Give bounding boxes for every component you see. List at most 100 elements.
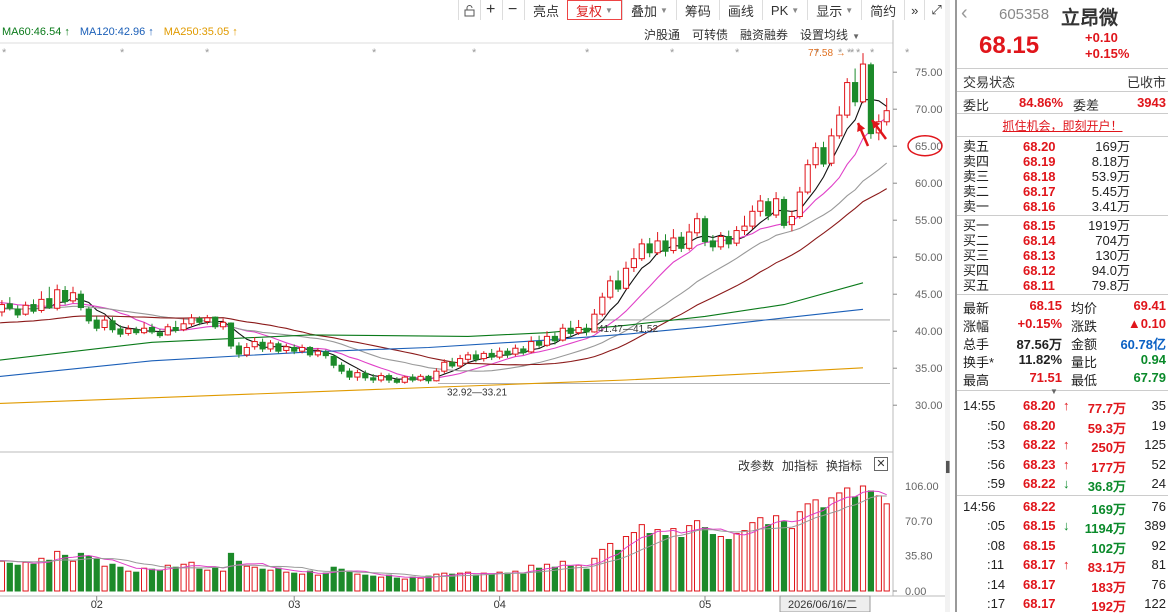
volume-bar[interactable] (322, 572, 329, 592)
candle[interactable] (654, 240, 661, 254)
volume-bar[interactable] (686, 525, 693, 592)
volume-bar[interactable] (599, 548, 606, 592)
candle[interactable] (717, 235, 724, 248)
volume-bar[interactable] (567, 565, 574, 592)
volume-bar[interactable] (520, 573, 527, 592)
candle[interactable] (670, 237, 677, 252)
candle[interactable] (622, 267, 630, 289)
candle[interactable] (30, 304, 37, 312)
volume-bar[interactable] (46, 559, 53, 592)
candle[interactable] (441, 361, 448, 372)
volume-bar[interactable] (156, 569, 164, 592)
candle[interactable] (543, 335, 551, 346)
volume-bar[interactable] (670, 528, 677, 592)
candle[interactable] (828, 135, 835, 164)
candle[interactable] (417, 375, 424, 381)
volume-bar[interactable] (30, 563, 37, 592)
volume-bar[interactable] (741, 530, 748, 592)
prev-stock-icon[interactable]: ‹ (961, 2, 968, 25)
event-star-icon[interactable]: * (372, 47, 377, 59)
candle[interactable] (85, 308, 92, 322)
volume-bar[interactable] (867, 490, 874, 592)
candle[interactable] (38, 298, 45, 311)
volume-bar[interactable] (220, 570, 227, 592)
volume-bar[interactable] (583, 568, 590, 592)
volume-bar[interactable] (314, 574, 321, 592)
volume-bar[interactable] (172, 566, 179, 592)
volume-bar[interactable] (275, 567, 282, 592)
zoom-in-icon[interactable]: + (480, 0, 502, 20)
candle[interactable] (607, 280, 614, 298)
event-star-icon[interactable]: * (472, 47, 477, 59)
candle[interactable] (180, 323, 187, 331)
event-star-icon[interactable]: * (205, 47, 210, 59)
volume-bar[interactable] (101, 565, 108, 592)
volume-bar[interactable] (299, 573, 306, 592)
volume-bar[interactable] (638, 524, 645, 592)
candle[interactable] (125, 328, 132, 334)
toolbar-button-6[interactable]: 显示 ▼ (807, 0, 861, 20)
candle[interactable] (504, 350, 511, 356)
open-account-link[interactable]: 抓住机会，即刻开户！ (957, 117, 1168, 134)
volume-bar[interactable] (109, 563, 116, 592)
event-star-icon[interactable]: * (870, 47, 875, 59)
volume-bar[interactable] (472, 574, 479, 592)
candle[interactable] (725, 235, 732, 245)
volume-bar[interactable] (820, 507, 827, 592)
event-star-icon[interactable]: * (585, 47, 590, 59)
candle[interactable] (757, 200, 764, 212)
candle[interactable] (662, 240, 669, 252)
volume-bar[interactable] (409, 576, 416, 592)
volume-bar[interactable] (370, 575, 377, 592)
lock-icon[interactable] (458, 0, 480, 20)
volume-bar[interactable] (14, 564, 21, 592)
volume-bar[interactable] (528, 564, 535, 592)
volume-bar[interactable] (646, 533, 653, 592)
volume-bar[interactable] (662, 535, 669, 592)
event-star-icon[interactable]: * (670, 47, 675, 59)
volume-bar[interactable] (85, 555, 92, 592)
candle[interactable] (464, 354, 472, 360)
candle[interactable] (220, 321, 227, 328)
candle[interactable] (393, 379, 400, 383)
volume-bar[interactable] (496, 571, 503, 592)
candle[interactable] (283, 346, 290, 351)
candle[interactable] (765, 201, 772, 217)
volume-bar[interactable] (22, 561, 29, 592)
candle[interactable] (227, 322, 235, 347)
more-icon[interactable]: » (904, 0, 924, 20)
candle[interactable] (330, 355, 337, 366)
candle[interactable] (591, 313, 598, 333)
candle[interactable] (235, 345, 243, 355)
candle[interactable] (433, 370, 440, 382)
volume-bar[interactable] (259, 568, 266, 592)
volume-bar[interactable] (733, 533, 740, 592)
toolbar-button-0[interactable]: 亮点 (524, 0, 567, 20)
toolbar-button-1[interactable]: 复权 ▼ (567, 0, 622, 20)
volume-bar[interactable] (306, 570, 314, 592)
volume-bar[interactable] (54, 550, 61, 592)
scrollbar[interactable] (945, 0, 950, 612)
volume-bar[interactable] (117, 566, 124, 592)
volume-bar[interactable] (283, 571, 290, 592)
candle[interactable] (69, 292, 77, 302)
candle[interactable] (528, 341, 535, 353)
volume-bar[interactable] (204, 569, 211, 592)
candle[interactable] (46, 298, 53, 309)
candle[interactable] (354, 372, 361, 378)
candle[interactable] (859, 63, 867, 103)
candle[interactable] (694, 218, 701, 234)
candle[interactable] (599, 296, 606, 315)
volume-bar[interactable] (401, 578, 408, 592)
candle[interactable] (314, 350, 321, 356)
candle[interactable] (251, 341, 258, 348)
candle[interactable] (291, 346, 298, 352)
candle[interactable] (496, 350, 503, 358)
expand-icon[interactable]: ▼ (1049, 387, 1059, 396)
candle[interactable] (172, 327, 179, 331)
candle[interactable] (212, 316, 219, 328)
volume-bar[interactable] (212, 566, 219, 592)
candle[interactable] (267, 342, 274, 350)
volume-bar[interactable] (243, 565, 250, 592)
candle[interactable] (299, 346, 306, 352)
